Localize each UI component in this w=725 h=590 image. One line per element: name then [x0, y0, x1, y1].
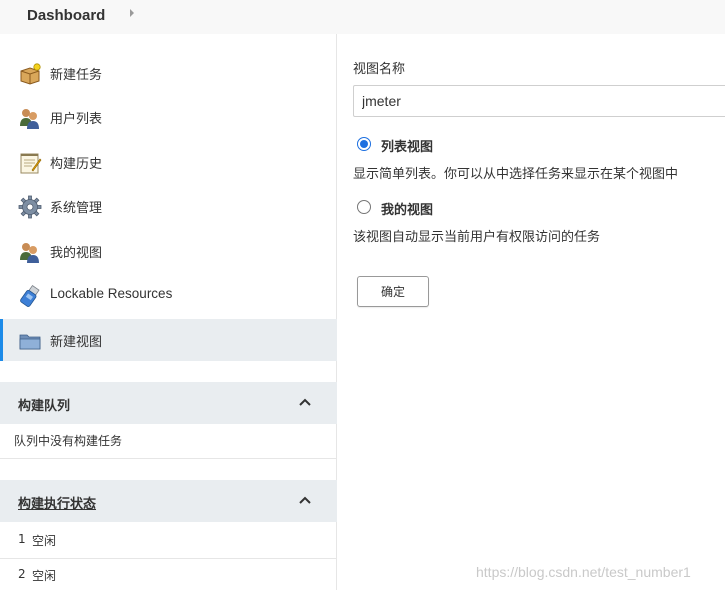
- chevron-up-icon[interactable]: [298, 495, 312, 505]
- sidebar-item-label: 系统管理: [50, 201, 103, 216]
- sidebar-item-build-history[interactable]: 构建历史: [0, 141, 337, 183]
- executor-status-header[interactable]: 构建执行状态: [0, 480, 337, 522]
- my-view-description: 该视图自动显示当前用户有权限访问的任务: [353, 230, 601, 245]
- user-view-icon: [20, 243, 39, 263]
- sidebar-item-new-item[interactable]: 新建任务: [0, 52, 337, 94]
- sidebar-item-label: 构建历史: [50, 157, 103, 172]
- new-view-form: 视图名称 列表视图 显示简单列表。你可以从中选择任务来显示在某个视图中 我的视图…: [338, 34, 725, 590]
- sidebar-item-lockable-resources[interactable]: Lockable Resources: [0, 274, 337, 316]
- my-view-radio[interactable]: [357, 200, 371, 214]
- sidebar-item-label: 用户列表: [50, 112, 103, 127]
- my-view-label[interactable]: 我的视图: [381, 199, 433, 218]
- folder-icon: [19, 334, 41, 350]
- executor-number: 1: [18, 532, 26, 546]
- sidebar: 新建任务 用户列表 构建历史 系统管理 我的视图 Lockable Resour…: [0, 34, 337, 590]
- sidebar-item-my-views[interactable]: 我的视图: [0, 230, 337, 272]
- ok-button[interactable]: 确定: [357, 276, 429, 307]
- executor-row: 1 空闲: [0, 524, 337, 559]
- gear-icon: [18, 195, 42, 219]
- list-view-description: 显示简单列表。你可以从中选择任务来显示在某个视图中: [353, 167, 679, 182]
- sidebar-item-label: 新建任务: [50, 68, 103, 83]
- usb-drive-icon: [20, 284, 40, 307]
- sidebar-item-users[interactable]: 用户列表: [0, 96, 337, 138]
- watermark: https://blog.csdn.net/test_number1: [476, 564, 691, 580]
- executor-status: 空闲: [32, 534, 57, 548]
- build-queue-title: 构建队列: [18, 399, 71, 414]
- top-header: Dashboard: [0, 0, 725, 34]
- chevron-up-icon[interactable]: [298, 397, 312, 407]
- executor-status-title[interactable]: 构建执行状态: [18, 493, 96, 512]
- sidebar-item-label: Lockable Resources: [50, 286, 173, 301]
- build-queue-empty-text: 队列中没有构建任务: [14, 434, 123, 448]
- breadcrumb-caret-icon[interactable]: [130, 9, 134, 17]
- list-view-radio[interactable]: [357, 137, 371, 151]
- breadcrumb-dashboard[interactable]: Dashboard: [27, 7, 105, 24]
- build-queue-header[interactable]: 构建队列: [0, 382, 337, 424]
- new-item-box-icon: [20, 63, 41, 85]
- executor-status: 空闲: [32, 569, 57, 583]
- sidebar-item-label: 我的视图: [50, 246, 103, 261]
- build-queue-empty: 队列中没有构建任务: [0, 424, 337, 459]
- executor-row: 2 空闲: [0, 559, 337, 590]
- view-name-label: 视图名称: [353, 62, 406, 77]
- sidebar-item-manage[interactable]: 系统管理: [0, 185, 337, 227]
- sidebar-item-label: 新建视图: [50, 335, 103, 350]
- users-icon: [20, 109, 39, 129]
- sidebar-item-new-view[interactable]: 新建视图: [0, 319, 337, 361]
- notepad-icon: [20, 153, 42, 174]
- view-name-input[interactable]: [353, 85, 725, 117]
- executor-number: 2: [18, 567, 26, 581]
- list-view-label[interactable]: 列表视图: [381, 136, 433, 155]
